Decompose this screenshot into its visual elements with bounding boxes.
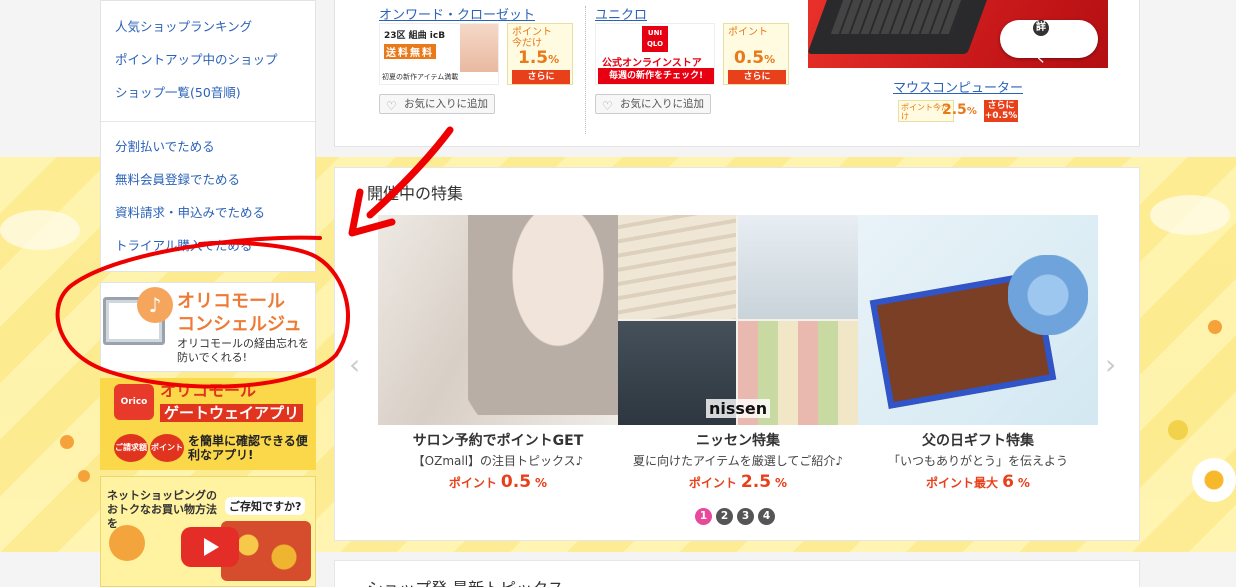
chevron-right-icon[interactable]: › — [1105, 348, 1116, 381]
feature-title-fathers-day[interactable]: 父の日ギフト特集 — [858, 430, 1098, 450]
carousel-pagination: 1234 — [695, 508, 779, 526]
point-box-onward: ポイント今だけ 1.5% さらに+0.5% — [507, 23, 573, 96]
feature-title-nissen[interactable]: ニッセン特集 — [618, 430, 858, 450]
page-dot-3[interactable]: 3 — [737, 508, 754, 525]
point-pill: ポイント — [150, 434, 184, 462]
feature-image-fathers-day[interactable] — [858, 215, 1098, 425]
heart-icon: ♡ — [602, 99, 613, 113]
flower-decoration — [78, 470, 90, 482]
cloud-decoration — [1150, 195, 1230, 235]
shop-banner-onward[interactable]: 23区 組曲 icB 送料無料 初夏の新作アイテム満載 — [379, 23, 499, 85]
sidebar-link-ranking[interactable]: 人気ショップランキング — [115, 16, 252, 35]
shop-link-mouse-computer[interactable]: マウスコンピューター — [893, 77, 1023, 96]
youtube-play-icon[interactable] — [181, 527, 239, 567]
page-dot-4[interactable]: 4 — [758, 508, 775, 525]
sidebar-divider — [101, 121, 315, 122]
point-box-uniqlo: ポイント 0.5% さらに+0.5% — [723, 23, 789, 96]
latest-topics-section: ショップ発 最新トピックス — [334, 560, 1140, 587]
favorite-button-onward[interactable]: ♡ お気に入りに追加 — [379, 94, 495, 114]
sidebar-link-free-register[interactable]: 無料会員登録でためる — [115, 169, 240, 188]
feature-subtitle-nissen: 夏に向けたアイテムを厳選してご紹介♪ — [632, 454, 844, 468]
gateway-app-banner[interactable]: Orico オリコモール ゲートウェイアプリ ご請求額 ポイント を簡単に確認で… — [100, 378, 316, 470]
shop-link-onward[interactable]: オンワード・クローゼット — [379, 4, 535, 23]
features-carousel: 開催中の特集 ‹ › nissen サロン予約でポイントGET 【OZmall】… — [334, 167, 1140, 541]
concierge-description: オリコモールの経由忘れを防いでくれる! — [177, 337, 309, 364]
model-photo — [460, 24, 498, 72]
page-dot-1[interactable]: 1 — [695, 508, 712, 525]
feature-subtitle-fathers-day: 「いつもありがとう」を伝えよう — [887, 454, 1068, 468]
heart-icon: ♡ — [386, 99, 397, 113]
features-title: 開催中の特集 — [367, 184, 464, 203]
details-button[interactable]: 詳しくはこちら› — [1000, 20, 1098, 65]
feature-title-salon[interactable]: サロン予約でポイントGET — [378, 430, 618, 450]
feature-point-salon: ポイント 0.5% — [448, 472, 548, 492]
orico-logo: Orico — [114, 384, 154, 420]
concierge-banner[interactable]: ♪ オリコモール コンシェルジュ オリコモールの経由忘れを防いでくれる! — [100, 282, 316, 372]
sidebar-menu: 人気ショップランキング ポイントアップ中のショップ ショップ一覧(50音順) 分… — [100, 0, 316, 272]
page-dot-2[interactable]: 2 — [716, 508, 733, 525]
mouse-computer-ad[interactable]: 詳しくはこちら› — [808, 0, 1108, 68]
app-banner-tagline: を簡単に確認できる便利なアプリ! — [188, 434, 308, 462]
sidebar-link-shop-list[interactable]: ショップ一覧(50音順) — [115, 82, 241, 101]
uniqlo-logo: UNI QLO — [642, 26, 668, 52]
app-banner-subtitle: ゲートウェイアプリ — [160, 404, 304, 422]
favorite-button-uniqlo[interactable]: ♡ お気に入りに追加 — [595, 94, 711, 114]
sidebar-link-trial[interactable]: トライアル購入でためる — [115, 235, 252, 254]
video-banner-question: ご存知ですか? — [225, 497, 306, 515]
bell-icon: ♪ — [137, 287, 173, 323]
shop-banner-uniqlo[interactable]: UNI QLO 公式オンラインストア 毎週の新作をチェック! — [595, 23, 715, 85]
feature-point-fathers-day: ポイント最大 6% — [926, 472, 1030, 492]
concierge-title-line1: オリコモール — [177, 291, 285, 312]
computer-icon — [109, 525, 145, 561]
feature-subtitle-salon: 【OZmall】の注目トピックス♪ — [412, 454, 584, 468]
sidebar-link-point-up[interactable]: ポイントアップ中のショップ — [115, 49, 278, 68]
flower-decoration — [60, 435, 74, 449]
app-banner-title: オリコモール — [160, 381, 257, 400]
shop-divider — [585, 6, 586, 134]
billing-pill: ご請求額 — [114, 434, 148, 462]
cloud-decoration — [0, 210, 80, 250]
sidebar-link-document-request[interactable]: 資料請求・申込みでためる — [115, 202, 265, 221]
feature-image-nissen[interactable]: nissen — [618, 215, 858, 425]
flower-decoration — [1192, 458, 1236, 502]
feature-image-salon[interactable] — [378, 215, 618, 425]
shop-link-uniqlo[interactable]: ユニクロ — [595, 4, 647, 23]
latest-topics-title: ショップ発 最新トピックス — [367, 575, 564, 587]
chevron-left-icon[interactable]: ‹ — [349, 348, 360, 381]
feature-point-nissen: ポイント 2.5% — [688, 472, 788, 492]
video-banner[interactable]: ネットショッピングのおトクなお買い物方法を ご存知ですか? — [100, 476, 316, 587]
flower-decoration — [1168, 420, 1188, 440]
point-box-mouse-computer: ポイント今だけ 2.5% さらに +0.5% — [898, 100, 1018, 122]
flower-decoration — [1208, 320, 1222, 334]
sidebar-link-installment[interactable]: 分割払いでためる — [115, 136, 215, 155]
concierge-title-line2: コンシェルジュ — [177, 314, 302, 335]
